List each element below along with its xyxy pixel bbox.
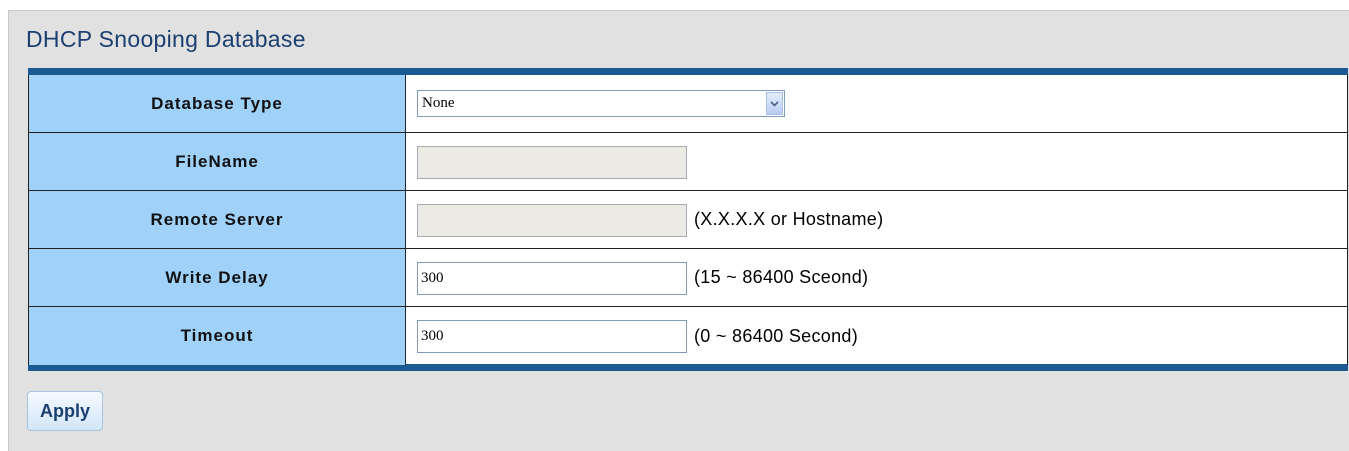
write-delay-cell: 300 (15 ~ 86400 Sceond): [406, 249, 1348, 306]
chevron-down-icon[interactable]: [766, 92, 783, 115]
write-delay-input[interactable]: 300: [417, 262, 687, 295]
write-delay-hint: (15 ~ 86400 Sceond): [694, 267, 869, 287]
write-delay-label: Write Delay: [28, 249, 406, 306]
timeout-input[interactable]: 300: [417, 320, 687, 353]
row-write-delay: Write Delay 300 (15 ~ 86400 Sceond): [28, 249, 1348, 307]
remote-server-label: Remote Server: [28, 191, 406, 248]
timeout-hint: (0 ~ 86400 Second): [694, 325, 859, 346]
timeout-label: Timeout: [28, 307, 406, 365]
page-title: DHCP Snooping Database: [26, 26, 306, 52]
remote-server-cell: (X.X.X.X or Hostname): [406, 191, 1348, 248]
database-type-select[interactable]: None: [417, 90, 785, 117]
row-remote-server: Remote Server (X.X.X.X or Hostname): [28, 191, 1348, 249]
filename-label: FileName: [28, 133, 406, 190]
dhcp-snooping-database-table: Database Type None FileName Remote Serve…: [28, 68, 1348, 371]
config-panel: DHCP Snooping Database Database Type Non…: [8, 10, 1349, 451]
filename-cell: [406, 133, 1348, 190]
database-type-selected-value: None: [422, 95, 455, 111]
apply-button[interactable]: Apply: [27, 391, 103, 431]
remote-server-hint: (X.X.X.X or Hostname): [694, 209, 884, 229]
row-database-type: Database Type None: [28, 75, 1348, 133]
database-type-label: Database Type: [28, 75, 406, 132]
timeout-cell: 300 (0 ~ 86400 Second): [406, 307, 1348, 365]
row-filename: FileName: [28, 133, 1348, 191]
remote-server-input[interactable]: [417, 204, 687, 237]
row-timeout: Timeout 300 (0 ~ 86400 Second): [28, 307, 1348, 365]
filename-input[interactable]: [417, 146, 687, 179]
database-type-cell: None: [406, 75, 1348, 132]
